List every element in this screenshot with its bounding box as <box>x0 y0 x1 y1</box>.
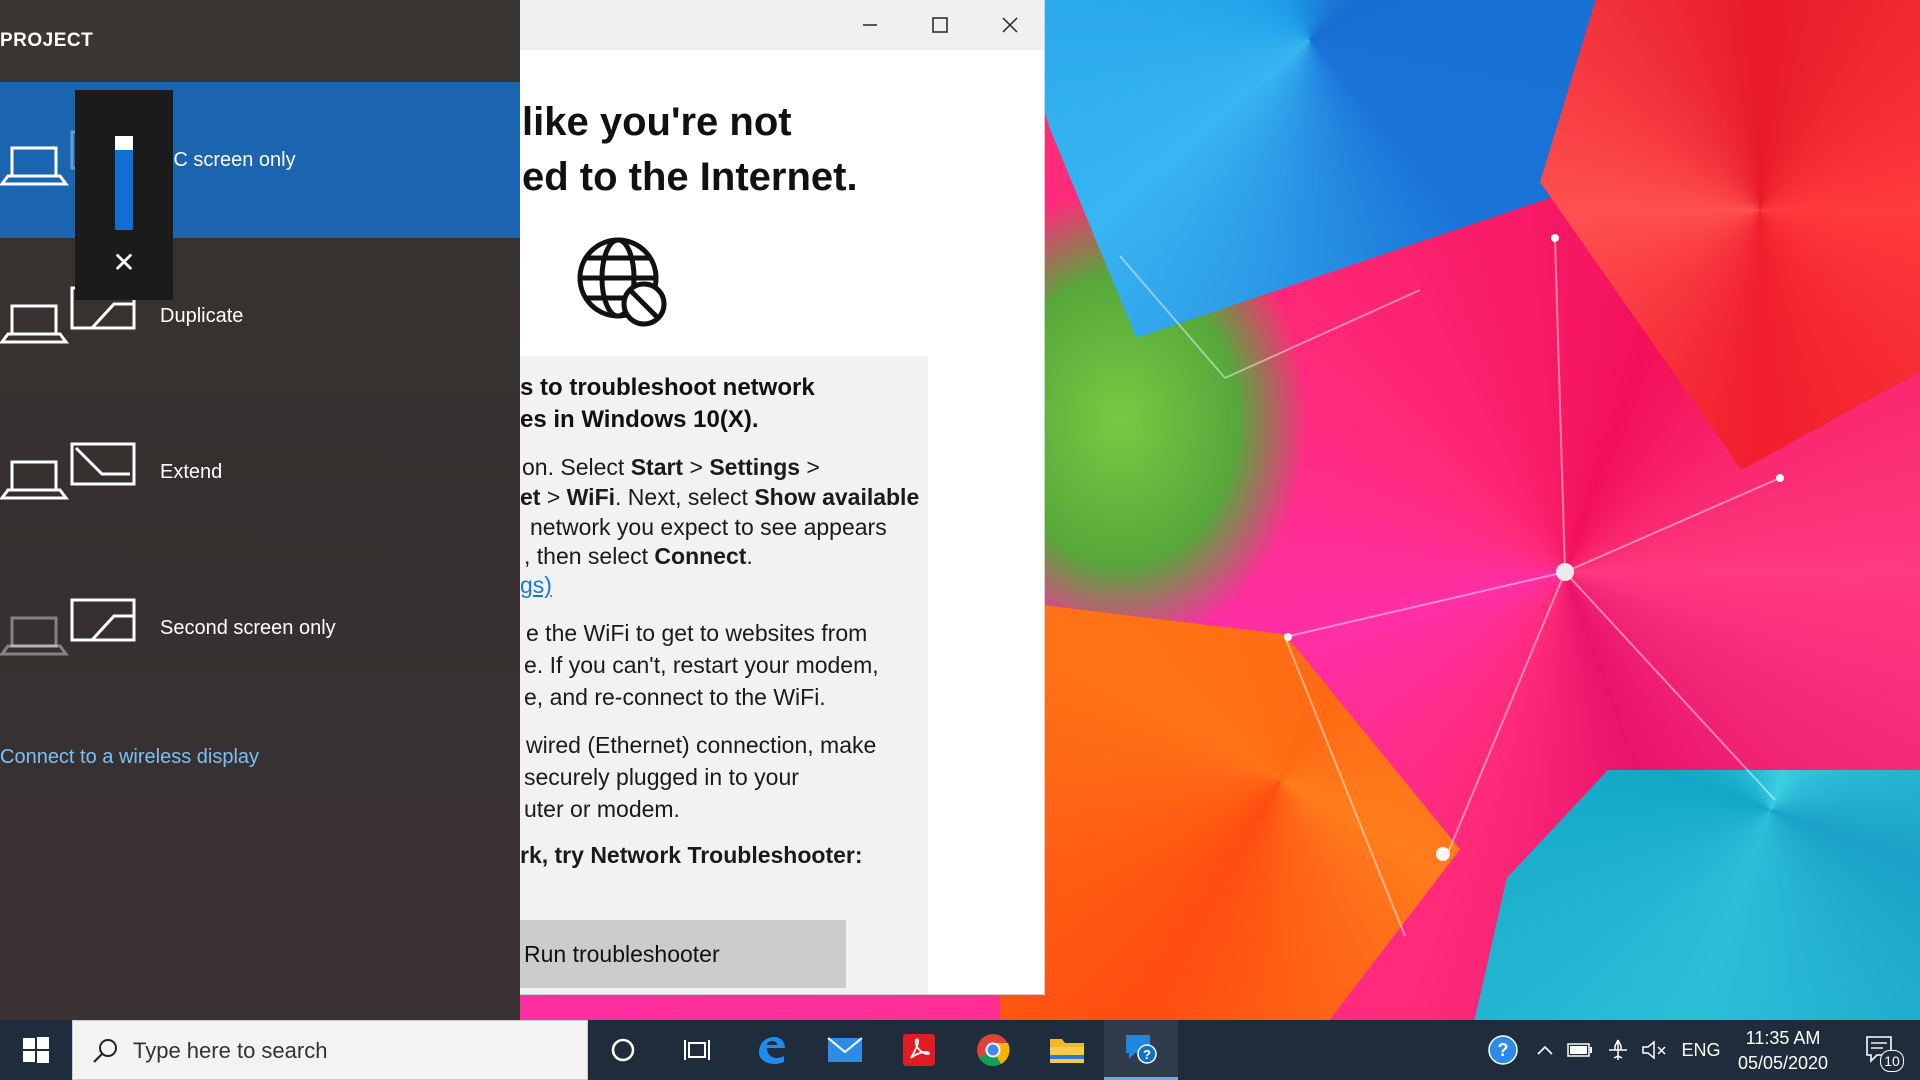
step2-line-3: e, and re-connect to the WiFi. <box>524 684 826 710</box>
headline-line-2: ed to the Internet. <box>522 155 858 199</box>
get-help-icon: ? <box>1126 1034 1157 1064</box>
settings-link[interactable]: gs) <box>520 572 552 599</box>
step1-line-3: network you expect to see appears <box>530 514 887 540</box>
step1-line-4: , then select Connect. <box>524 543 753 569</box>
extend-icon <box>0 442 136 500</box>
cortana-circle-icon <box>611 1038 635 1062</box>
maximize-button[interactable] <box>906 0 974 50</box>
cortana-button[interactable] <box>586 1020 660 1080</box>
connect-wireless-display-link[interactable]: Connect to a wireless display <box>0 746 259 769</box>
help-question-icon: ? <box>1488 1035 1518 1065</box>
action-center-button[interactable]: 10 <box>1850 1020 1910 1080</box>
get-help-button[interactable]: ? <box>1104 1020 1178 1080</box>
volume-slider[interactable] <box>115 136 133 230</box>
mail-button[interactable] <box>808 1020 882 1080</box>
volume-flyout: ✕ <box>75 90 173 300</box>
close-icon[interactable]: ✕ <box>75 246 173 279</box>
search-icon <box>93 1039 117 1063</box>
project-panel: PROJECT PC screen only Duplicate Extend <box>0 0 520 1020</box>
windows-logo-icon <box>23 1037 49 1063</box>
airplane-mode-tray-button[interactable] <box>1600 1020 1636 1080</box>
close-icon <box>1002 17 1018 33</box>
step3-line-1: wired (Ethernet) connection, make <box>526 732 877 758</box>
clock-date: 05/05/2020 <box>1737 1053 1829 1073</box>
svg-text:?: ? <box>1498 1040 1509 1060</box>
section-title-line-1: s to troubleshoot network <box>520 374 815 401</box>
option-label: Extend <box>160 460 223 483</box>
step1-line-1: on. Select Start > Settings > <box>522 454 820 480</box>
taskbar: Type here to search ? ? ENG 11:35 AM 05/… <box>0 1020 1920 1080</box>
option-label: Second screen only <box>160 616 336 639</box>
run-troubleshooter-button[interactable]: Run troubleshooter <box>520 920 846 988</box>
project-title: PROJECT <box>0 30 94 51</box>
task-view-button[interactable] <box>660 1020 734 1080</box>
option-label: Duplicate <box>160 304 244 327</box>
battery-icon <box>1567 1043 1592 1057</box>
maximize-icon <box>932 17 948 33</box>
option-second-screen-only[interactable]: Second screen only <box>0 550 520 706</box>
step2-line-2: e. If you can't, restart your modem, <box>524 652 879 678</box>
task-view-icon <box>684 1040 710 1060</box>
minimize-button[interactable] <box>836 0 904 50</box>
edge-button[interactable] <box>734 1020 808 1080</box>
globe-no-connection-icon <box>577 237 667 327</box>
network-troubleshoot-window: like you're not ed to the Internet. s to… <box>520 0 1044 994</box>
step3-line-2: securely plugged in to your <box>524 764 799 790</box>
file-explorer-button[interactable] <box>1030 1020 1104 1080</box>
chevron-up-icon <box>1537 1045 1553 1055</box>
taskbar-search-box[interactable]: Type here to search <box>72 1020 588 1080</box>
help-tray-button[interactable]: ? <box>1478 1020 1528 1080</box>
volume-tray-button[interactable] <box>1636 1020 1672 1080</box>
edge-browser-icon <box>759 1037 785 1064</box>
volume-slider-thumb[interactable] <box>115 136 133 151</box>
chrome-button[interactable] <box>956 1020 1030 1080</box>
start-button[interactable] <box>0 1020 72 1080</box>
volume-muted-icon <box>1642 1040 1666 1060</box>
option-label: PC screen only <box>160 148 296 171</box>
step1-line-2: et > WiFi. Next, select Show available <box>520 484 920 510</box>
headline-line-1: like you're not <box>522 100 792 144</box>
step2-line-1: e the WiFi to get to websites from <box>526 620 868 646</box>
second-screen-only-icon <box>0 598 136 656</box>
step3-line-3: uter or modem. <box>524 796 680 822</box>
window-titlebar[interactable] <box>520 0 1044 50</box>
minimize-icon <box>863 24 877 26</box>
chrome-icon <box>977 1034 1010 1067</box>
option-extend[interactable]: Extend <box>0 394 520 550</box>
notification-icon <box>1866 1036 1892 1063</box>
mail-icon <box>827 1037 863 1062</box>
clock[interactable]: 11:35 AM 05/05/2020 <box>1728 1026 1838 1076</box>
acrobat-pdf-icon <box>903 1034 935 1066</box>
clock-time: 11:35 AM <box>1745 1028 1821 1048</box>
step4-line: rk, try Network Troubleshooter: <box>520 842 863 868</box>
battery-tray-button[interactable] <box>1562 1020 1598 1080</box>
svg-text:?: ? <box>1143 1047 1151 1062</box>
notification-count-badge: 10 <box>1880 1050 1904 1072</box>
language-indicator[interactable]: ENG <box>1676 1020 1726 1080</box>
close-window-button[interactable] <box>976 0 1044 50</box>
section-title-line-2: es in Windows 10(X). <box>520 406 759 433</box>
search-placeholder: Type here to search <box>133 1038 328 1063</box>
folder-icon <box>1050 1039 1084 1063</box>
show-hidden-icons-button[interactable] <box>1530 1020 1560 1080</box>
airplane-icon <box>1609 1039 1627 1060</box>
acrobat-button[interactable] <box>882 1020 956 1080</box>
